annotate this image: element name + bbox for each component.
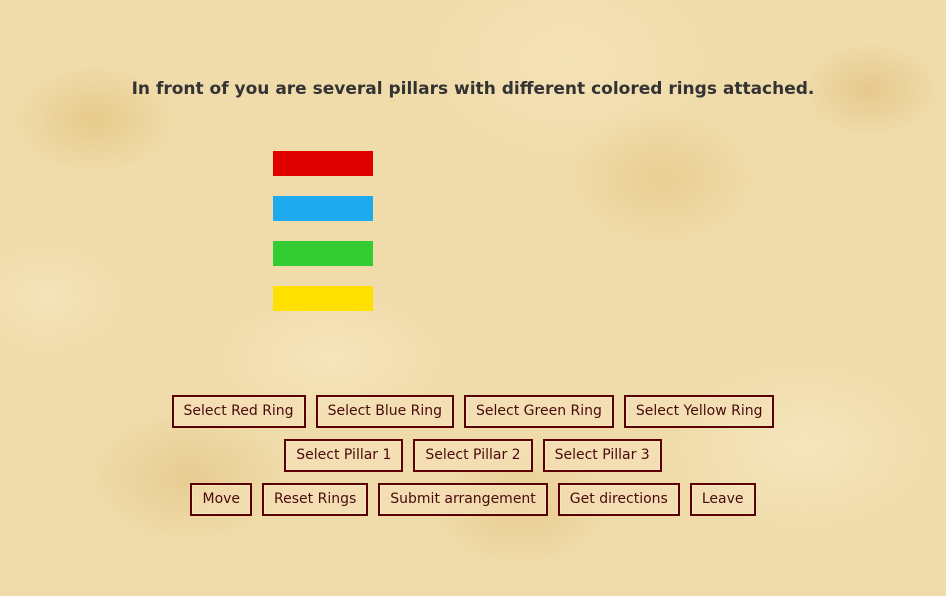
move-button[interactable]: Move bbox=[190, 483, 253, 516]
select-red-ring-button[interactable]: Select Red Ring bbox=[171, 395, 306, 428]
submit-arrangement-button[interactable]: Submit arrangement bbox=[378, 483, 548, 516]
page-heading: In front of you are several pillars with… bbox=[131, 79, 815, 99]
red-ring[interactable] bbox=[273, 151, 373, 176]
green-ring[interactable] bbox=[273, 241, 373, 266]
action-row: Move Reset Rings Submit arrangement Get … bbox=[0, 483, 946, 516]
pillar-selection-row: Select Pillar 1 Select Pillar 2 Select P… bbox=[0, 439, 946, 472]
yellow-ring[interactable] bbox=[273, 286, 373, 311]
ring-selection-row: Select Red Ring Select Blue Ring Select … bbox=[0, 395, 946, 428]
reset-rings-button[interactable]: Reset Rings bbox=[262, 483, 369, 516]
pillar-1 bbox=[273, 151, 373, 331]
select-blue-ring-button[interactable]: Select Blue Ring bbox=[315, 395, 455, 428]
get-directions-button[interactable]: Get directions bbox=[557, 483, 680, 516]
select-pillar-2-button[interactable]: Select Pillar 2 bbox=[413, 439, 533, 472]
select-pillar-1-button[interactable]: Select Pillar 1 bbox=[284, 439, 404, 472]
blue-ring[interactable] bbox=[273, 196, 373, 221]
select-green-ring-button[interactable]: Select Green Ring bbox=[464, 395, 614, 428]
select-yellow-ring-button[interactable]: Select Yellow Ring bbox=[623, 395, 775, 428]
select-pillar-3-button[interactable]: Select Pillar 3 bbox=[542, 439, 662, 472]
leave-button[interactable]: Leave bbox=[689, 483, 756, 516]
